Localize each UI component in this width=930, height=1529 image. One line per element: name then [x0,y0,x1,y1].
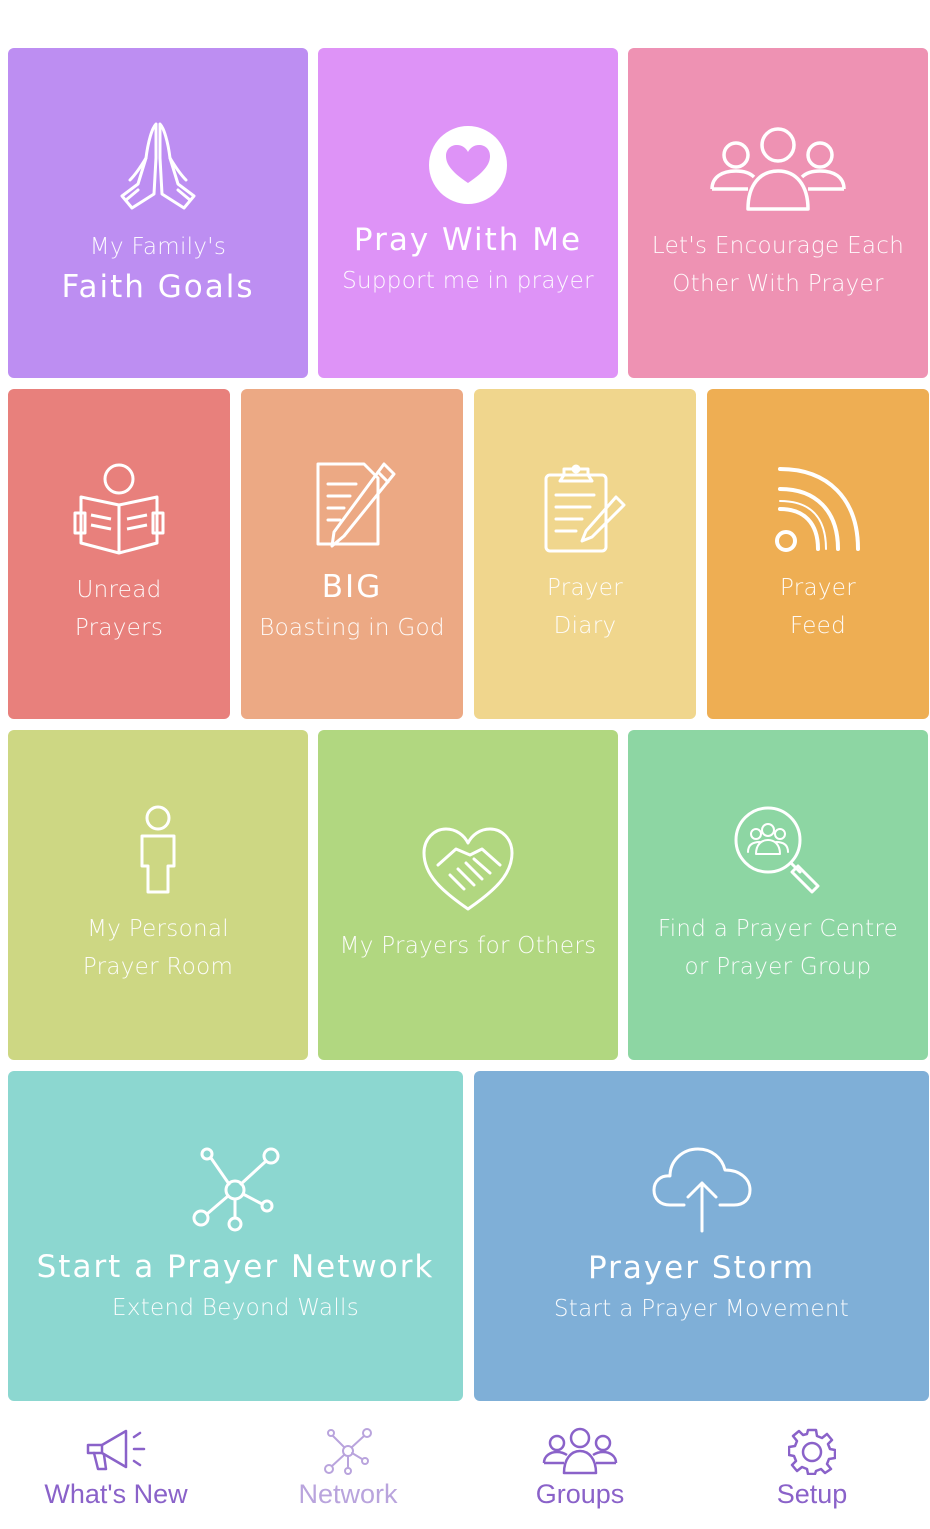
tile-big[interactable]: BIG Boasting in God [241,389,463,719]
encourage-line1: Let's Encourage Each [651,233,905,259]
nav-groups-label: Groups [535,1479,625,1509]
tile-prayer-feed[interactable]: Prayer Feed [707,389,929,719]
faith-goals-line2: Faith Goals [61,269,255,305]
tile-prayer-storm[interactable]: Prayer Storm Start a Prayer Movement [474,1071,929,1401]
clipboard-pencil-icon [544,464,626,553]
network-subtitle: Extend Beyond Walls [111,1295,359,1321]
pray-with-me-subtitle: Support me in prayer [342,268,594,294]
notepad-pen-icon [316,462,396,548]
tile-encourage[interactable]: Let's Encourage Each Other With Prayer [628,48,928,378]
nav-whats-new-label: What's New [44,1479,188,1509]
diary-line1: Prayer [546,575,624,601]
find-centre-line1: Find a Prayer Centre [657,916,899,942]
faith-goals-line1: My Family's [89,234,227,260]
gear-icon [788,1428,836,1475]
network-icon [324,1428,372,1475]
people-group-icon [710,127,846,211]
big-subtitle: Boasting in God [259,615,445,641]
nav-groups[interactable]: Groups [464,1408,696,1529]
bottom-nav: What's New Network Groups Setup [0,1408,930,1529]
tile-start-prayer-network[interactable]: Start a Prayer Network Extend Beyond Wal… [8,1071,463,1401]
encourage-line2: Other With Prayer [672,271,884,297]
megaphone-icon [86,1429,146,1471]
storm-title: Prayer Storm [587,1250,816,1286]
feed-line1: Prayer [779,575,857,601]
personal-room-line1: My Personal [87,916,229,942]
tile-pray-with-me[interactable]: Pray With Me Support me in prayer [318,48,618,378]
tile-find-prayer-centre[interactable]: Find a Prayer Centre or Prayer Group [628,730,928,1060]
nav-network-label: Network [298,1479,398,1509]
tile-prayers-for-others[interactable]: My Prayers for Others [318,730,618,1060]
tile-personal-prayer-room[interactable]: My Personal Prayer Room [8,730,308,1060]
handshake-heart-icon [422,827,514,911]
prayers-for-others-line1: My Prayers for Others [339,933,597,959]
nav-network[interactable]: Network [232,1408,464,1529]
tile-faith-goals[interactable]: My Family's Faith Goals [8,48,308,378]
tile-unread-prayers[interactable]: Unread Prayers [8,389,230,719]
rss-feed-icon [775,467,860,552]
nav-setup[interactable]: Setup [696,1408,928,1529]
feed-line2: Feed [789,613,847,639]
reading-person-icon [73,463,165,555]
diary-line2: Diary [553,613,617,639]
unread-line1: Unread [76,577,162,603]
storm-subtitle: Start a Prayer Movement [553,1296,850,1322]
find-centre-line2: or Prayer Group [684,954,872,980]
unread-line2: Prayers [74,615,164,641]
big-title: BIG [321,569,383,605]
network-nodes-icon [192,1147,279,1232]
nav-setup-label: Setup [776,1479,848,1509]
heart-icon [429,126,507,204]
tile-prayer-diary[interactable]: Prayer Diary [474,389,696,719]
personal-room-line2: Prayer Room [82,954,234,980]
groups-icon [542,1427,618,1475]
pray-with-me-title: Pray With Me [353,222,583,258]
person-icon [140,805,176,894]
group-search-icon [734,806,820,894]
nav-whats-new[interactable]: What's New [0,1408,232,1529]
praying-hands-icon [120,122,196,210]
cloud-upload-icon [652,1147,751,1233]
network-title: Start a Prayer Network [36,1249,435,1285]
